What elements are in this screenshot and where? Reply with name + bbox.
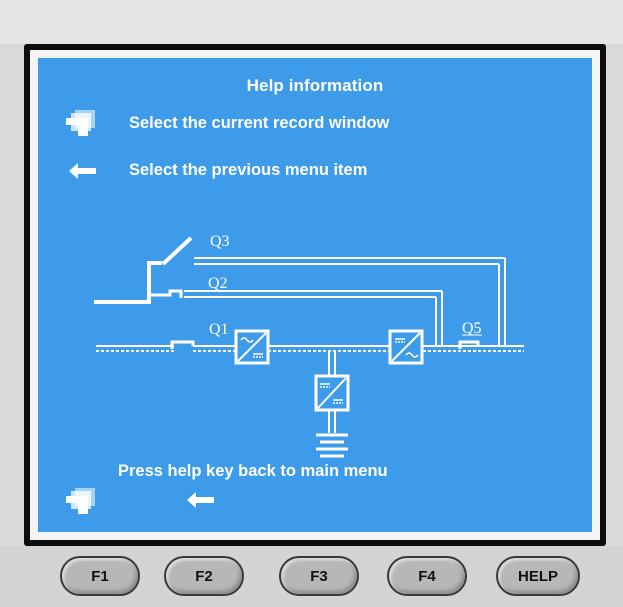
charger-symbol xyxy=(314,374,350,412)
lcd-screen: Help information Select the current reco… xyxy=(38,58,592,532)
f1-button[interactable]: F1 xyxy=(60,556,140,596)
f4-button[interactable]: F4 xyxy=(387,556,467,596)
q1-label: Q1 xyxy=(209,321,229,338)
device-bezel xyxy=(0,0,623,44)
q2-label: Q2 xyxy=(208,275,228,292)
rectifier-symbol xyxy=(234,329,270,365)
q5-label: Q5 xyxy=(462,320,482,337)
ups-single-line-diagram: Q3 Q2 Q1 Q5 xyxy=(94,233,524,458)
f2-button[interactable]: F2 xyxy=(164,556,244,596)
record-window-icon-footer xyxy=(66,488,95,514)
left-arrow-icon-footer xyxy=(187,492,214,508)
help-footer-text: Press help key back to main menu xyxy=(118,462,388,480)
help-button[interactable]: HELP xyxy=(496,556,580,596)
q3-label: Q3 xyxy=(210,233,230,250)
f3-button[interactable]: F3 xyxy=(279,556,359,596)
inverter-symbol xyxy=(388,329,424,365)
